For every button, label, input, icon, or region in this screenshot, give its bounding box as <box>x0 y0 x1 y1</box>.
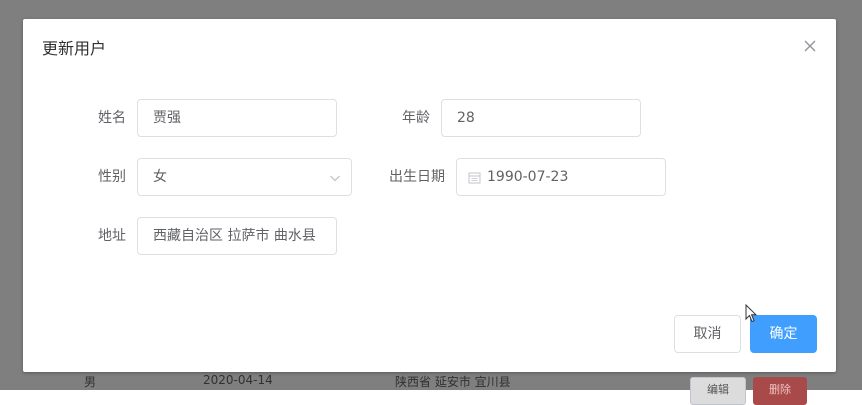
chevron-down-icon <box>330 175 340 182</box>
delete-button[interactable]: 删除 <box>753 377 807 405</box>
gender-select[interactable]: 女 <box>137 158 352 196</box>
table-cell-date: 2020-04-14 <box>203 373 273 387</box>
update-user-dialog: 更新用户 姓名 贾强 年龄 28 性别 女 出生日期 1990-07-23 地址… <box>23 19 836 372</box>
confirm-button[interactable]: 确定 <box>750 315 817 353</box>
dialog-title: 更新用户 <box>42 39 107 58</box>
close-icon[interactable] <box>803 38 817 52</box>
calendar-icon <box>468 172 481 184</box>
gender-label: 性别 <box>98 169 126 185</box>
mouse-cursor-icon <box>745 304 757 323</box>
address-input[interactable]: 西藏自治区 拉萨市 曲水县 <box>137 217 337 255</box>
gender-select-value: 女 <box>153 169 167 185</box>
table-cell-gender: 男 <box>84 375 97 389</box>
name-label: 姓名 <box>98 110 126 126</box>
name-input[interactable]: 贾强 <box>137 99 337 137</box>
age-input[interactable]: 28 <box>441 99 641 137</box>
cancel-button[interactable]: 取消 <box>674 315 741 353</box>
birthdate-value: 1990-07-23 <box>487 169 569 185</box>
address-label: 地址 <box>98 228 126 244</box>
birthdate-label: 出生日期 <box>389 169 445 185</box>
edit-button[interactable]: 编辑 <box>690 377 746 405</box>
birthdate-picker[interactable]: 1990-07-23 <box>456 158 666 196</box>
age-label: 年龄 <box>402 110 430 126</box>
table-cell-address: 陕西省 延安市 宜川县 <box>395 375 511 389</box>
